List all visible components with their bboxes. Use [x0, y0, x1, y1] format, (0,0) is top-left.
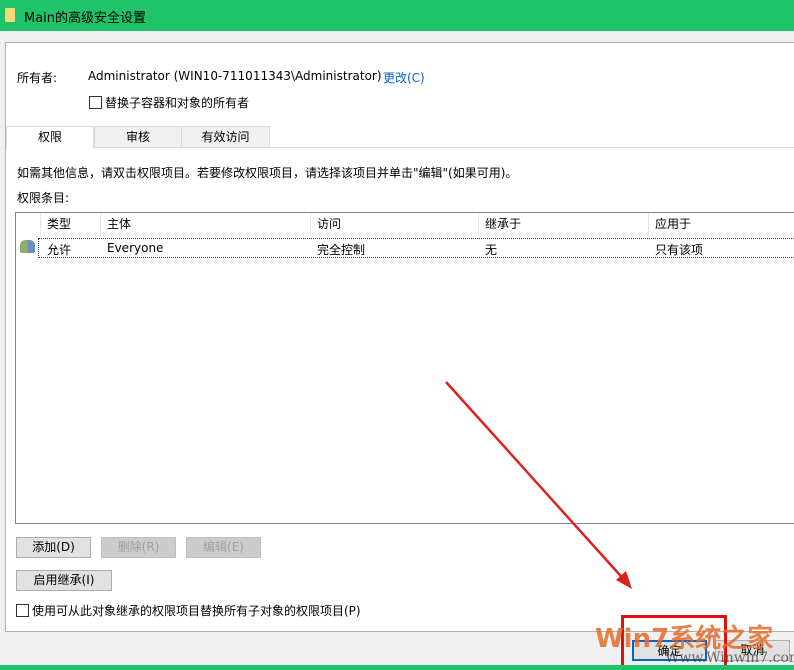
watermark-url: Www.Winwin7.com: [665, 650, 794, 666]
cell-access: 完全控制: [317, 243, 366, 257]
title-bar: Main的高级安全设置: [0, 0, 794, 31]
tab-auditing[interactable]: 审核: [94, 126, 182, 148]
replace-owner-checkbox[interactable]: [89, 96, 102, 109]
cell-type: 允许: [47, 243, 72, 257]
red-arrow-annotation: [445, 381, 632, 589]
header-principal[interactable]: 主体: [101, 213, 311, 236]
permission-entries-table[interactable]: 类型 主体 访问 继承于 应用于 允许 Everyone 完全控制 无 只有该项: [15, 212, 794, 524]
users-icon: [20, 240, 35, 253]
header-icon-col: [16, 213, 41, 236]
edit-button[interactable]: 编辑(E): [186, 537, 261, 558]
tab-divider: [94, 147, 794, 148]
info-text: 如需其他信息，请双击权限项目。若要修改权限项目，请选择该项目并单击"编辑"(如果…: [17, 166, 518, 180]
header-access[interactable]: 访问: [311, 213, 479, 236]
folder-icon: [5, 8, 15, 22]
replace-child-permissions-checkbox[interactable]: [16, 604, 29, 617]
owner-value: Administrator (WIN10-711011343\Administr…: [88, 69, 382, 83]
remove-button[interactable]: 删除(R): [101, 537, 176, 558]
entries-label: 权限条目:: [17, 191, 70, 205]
header-inherited-from[interactable]: 继承于: [479, 213, 649, 236]
replace-child-permissions-label: 使用可从此对象继承的权限项目替换所有子对象的权限项目(P): [32, 604, 361, 618]
header-applies-to[interactable]: 应用于: [649, 213, 794, 236]
add-button[interactable]: 添加(D): [16, 537, 91, 558]
table-row[interactable]: 允许 Everyone 完全控制 无 只有该项: [38, 238, 794, 258]
tab-effective-access[interactable]: 有效访问: [181, 126, 270, 148]
change-owner-link[interactable]: 更改(C): [383, 69, 425, 86]
replace-owner-label: 替换子容器和对象的所有者: [105, 96, 250, 110]
cell-applies-to: 只有该项: [655, 243, 704, 257]
tab-permissions[interactable]: 权限: [6, 126, 94, 149]
window-title: Main的高级安全设置: [24, 11, 147, 26]
enable-inheritance-button[interactable]: 启用继承(I): [16, 570, 112, 591]
bottom-border: [0, 665, 794, 670]
cell-inherited-from: 无: [485, 243, 498, 257]
header-type[interactable]: 类型: [41, 213, 101, 236]
owner-label: 所有者:: [17, 71, 58, 85]
cell-principal: Everyone: [107, 241, 164, 255]
